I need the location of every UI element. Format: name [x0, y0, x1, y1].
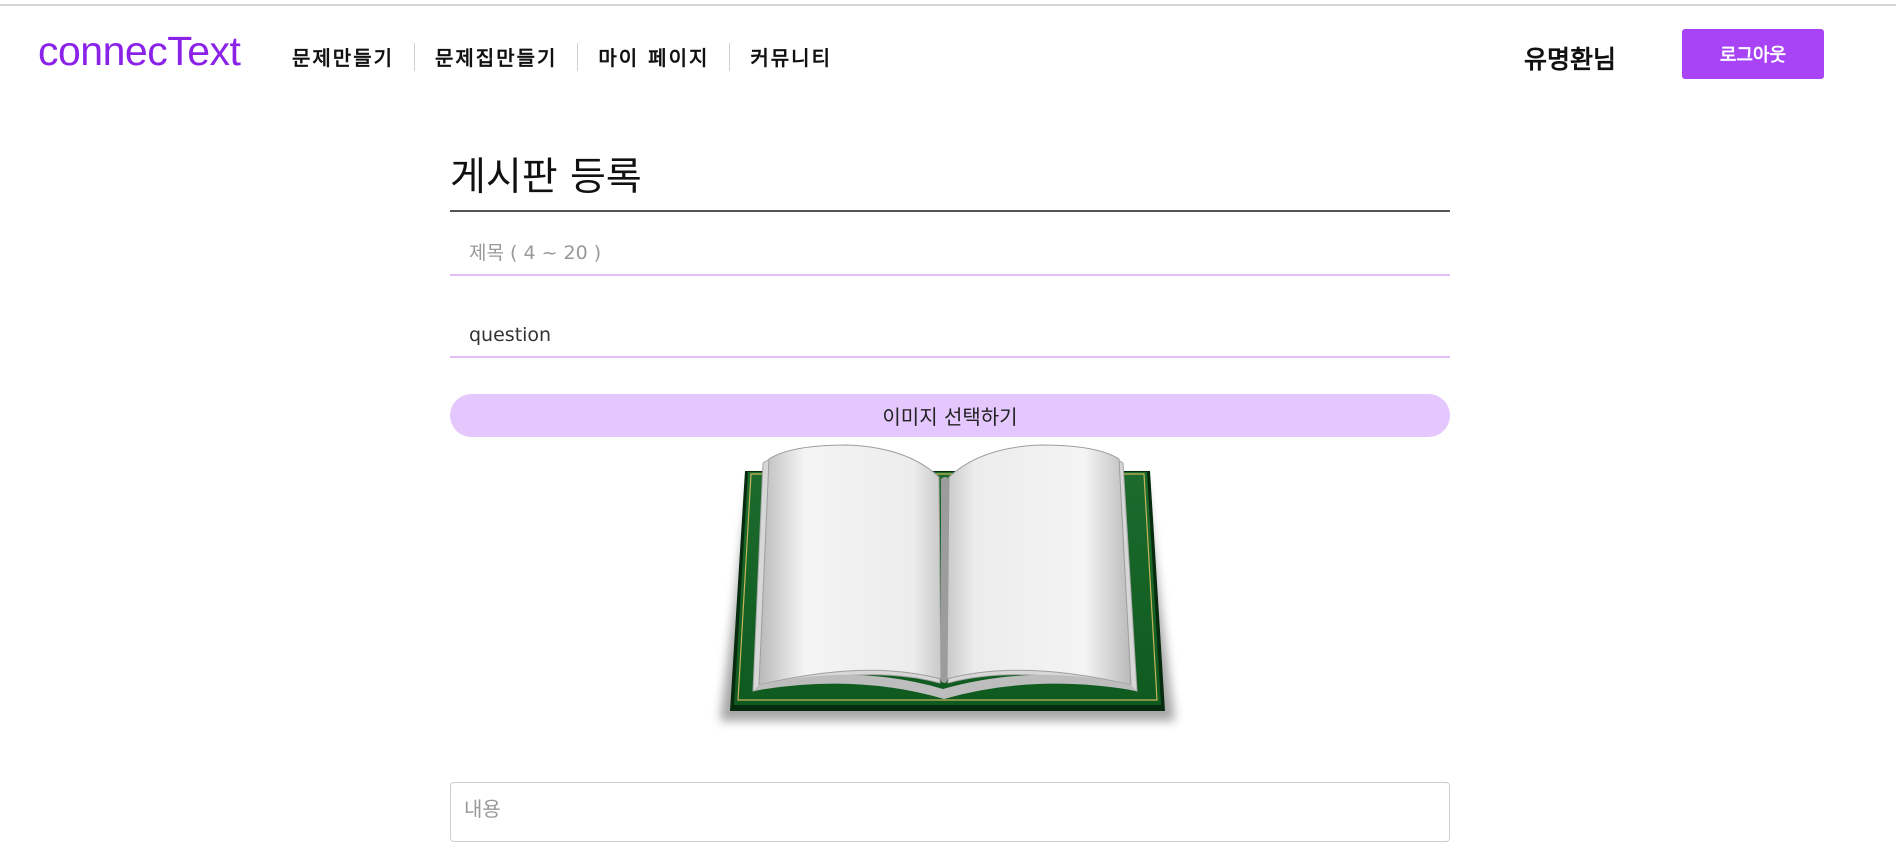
user-greeting: 유명환님 [1524, 45, 1617, 74]
nav-item-my-page[interactable]: 마이 페이지 [578, 42, 729, 71]
open-book-icon [720, 444, 1175, 721]
title-input[interactable] [450, 232, 1450, 276]
logout-button[interactable]: 로그아웃 [1682, 29, 1824, 79]
nav-item-make-workbook[interactable]: 문제집만들기 [415, 42, 577, 71]
logo[interactable]: connecText [38, 28, 241, 75]
title-divider [450, 210, 1450, 212]
select-image-button[interactable]: 이미지 선택하기 [450, 394, 1450, 437]
post-register-form: 게시판 등록 이미지 선택하기 [450, 150, 1450, 741]
category-input[interactable] [450, 314, 1450, 358]
nav-item-make-question[interactable]: 문제만들기 [272, 42, 414, 71]
content-textarea[interactable] [450, 782, 1450, 842]
image-preview [450, 441, 1450, 741]
main-nav: 문제만들기 문제집만들기 마이 페이지 커뮤니티 [272, 42, 852, 71]
nav-item-community[interactable]: 커뮤니티 [730, 42, 852, 71]
top-navbar: connecText 문제만들기 문제집만들기 마이 페이지 커뮤니티 유명환님… [0, 6, 1896, 102]
page-title: 게시판 등록 [450, 155, 642, 200]
